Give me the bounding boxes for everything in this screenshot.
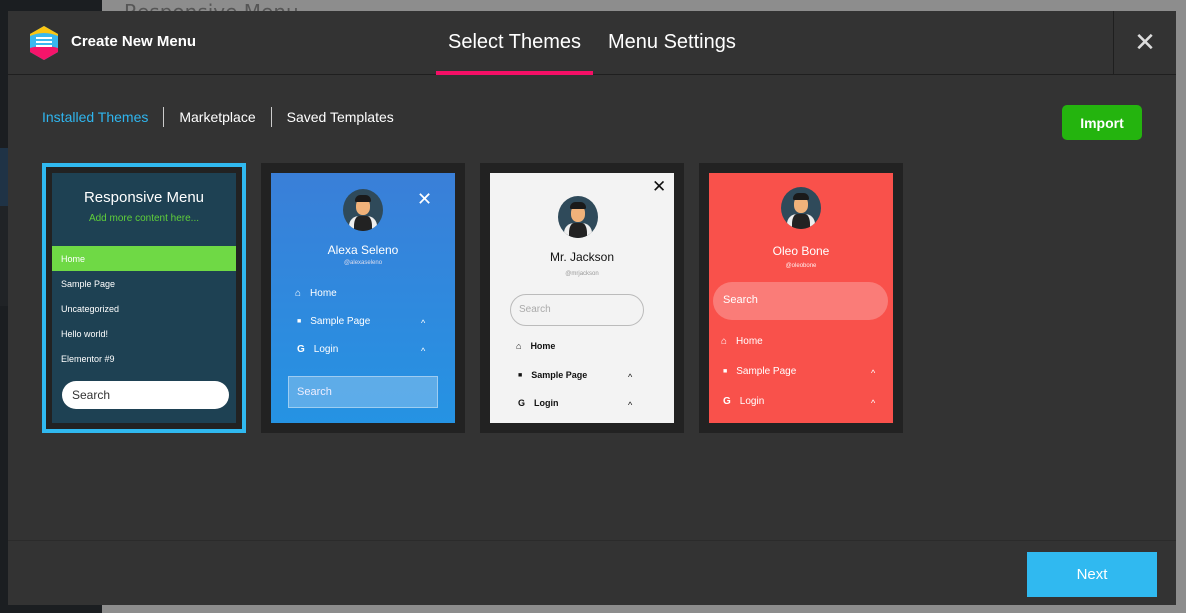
avatar <box>558 196 598 238</box>
menu-item: Elementor #9 <box>61 354 115 364</box>
profile-name: Oleo Bone <box>772 244 830 258</box>
chevron-up-icon: ^ <box>421 346 426 356</box>
menu-item: Home <box>61 254 86 264</box>
import-button[interactable]: Import <box>1062 105 1142 140</box>
menu-item: Home <box>736 336 763 347</box>
profile-handle: @alexaseleno <box>343 260 383 266</box>
folder-icon: ■ <box>518 371 523 379</box>
theme-preview: Responsive Menu Add more content here...… <box>52 173 236 423</box>
menu-item: Login <box>534 398 559 408</box>
tab-menu-settings[interactable]: Menu Settings <box>608 31 736 75</box>
next-button[interactable]: Next <box>1027 552 1157 597</box>
chevron-up-icon: ^ <box>628 400 633 410</box>
home-icon: ⌂ <box>721 336 728 347</box>
chevron-up-icon: ^ <box>628 372 633 382</box>
app-title: Create New Menu <box>71 33 197 50</box>
preview-title: Responsive Menu <box>83 189 205 206</box>
search-field: Search <box>713 282 888 320</box>
preview-subtitle: Add more content here... <box>88 213 200 224</box>
theme-card-3[interactable]: ✕ Mr. Jackson @mrjackson Search ⌂ Home ■ S… <box>480 163 684 433</box>
home-icon: ⌂ <box>516 341 522 351</box>
close-icon: ✕ <box>652 177 667 196</box>
menu-item: Home <box>310 288 337 299</box>
menu-item: Sample Page <box>310 316 371 327</box>
search-field: Search <box>510 294 644 326</box>
close-icon: ✕ <box>1134 28 1156 58</box>
close-icon: ✕ <box>417 189 433 209</box>
avatar <box>781 187 821 229</box>
profile-handle: @oleobone <box>785 263 817 269</box>
menu-item: Hello world! <box>61 329 109 339</box>
logo-icon <box>30 26 58 60</box>
close-button[interactable]: ✕ <box>1113 11 1176 75</box>
theme-preview: ✕ Alexa Seleno @alexaseleno ⌂ Home ■ Sampl… <box>271 173 455 423</box>
subtab-installed-themes[interactable]: Installed Themes <box>42 107 163 127</box>
theme-card-1[interactable]: Responsive Menu Add more content here...… <box>42 163 246 433</box>
google-icon: G <box>723 396 731 407</box>
chevron-up-icon: ^ <box>871 398 876 408</box>
modal-header: Create New Menu Select Themes Menu Setti… <box>8 11 1176 75</box>
theme-preview: ✕ Mr. Jackson @mrjackson Search ⌂ Home ■ S… <box>490 173 674 423</box>
tab-select-themes[interactable]: Select Themes <box>436 31 593 75</box>
chevron-up-icon: ^ <box>421 318 426 328</box>
theme-card-2[interactable]: ✕ Alexa Seleno @alexaseleno ⌂ Home ■ Sampl… <box>261 163 465 433</box>
avatar <box>343 189 383 231</box>
profile-handle: @mrjackson <box>565 271 599 277</box>
google-icon: G <box>297 344 305 355</box>
folder-icon: ■ <box>723 368 728 375</box>
menu-item: Login <box>739 396 765 407</box>
menu-item: Sample Page <box>61 279 116 289</box>
search-field: Search <box>62 381 229 409</box>
theme-preview: Oleo Bone @oleobone Search ⌂ Home ■ Sample… <box>709 173 893 423</box>
subtab-marketplace[interactable]: Marketplace <box>163 107 270 127</box>
menu-item: Home <box>530 341 556 351</box>
menu-item: Uncategorized <box>61 304 120 314</box>
home-icon: ⌂ <box>295 288 302 299</box>
chevron-up-icon: ^ <box>871 368 876 378</box>
google-icon: G <box>518 398 526 408</box>
theme-source-tabs: Installed Themes Marketplace Saved Templ… <box>42 107 409 127</box>
modal-footer <box>8 540 1176 605</box>
menu-item: Sample Page <box>531 370 588 380</box>
folder-icon: ■ <box>297 318 302 325</box>
create-menu-modal: Create New Menu Select Themes Menu Setti… <box>8 11 1176 605</box>
search-field: Search <box>288 376 438 408</box>
profile-name: Alexa Seleno <box>327 243 399 257</box>
subtab-saved-templates[interactable]: Saved Templates <box>270 107 409 127</box>
profile-name: Mr. Jackson <box>549 250 615 264</box>
theme-card-4[interactable]: Oleo Bone @oleobone Search ⌂ Home ■ Sample… <box>699 163 903 433</box>
menu-item: Login <box>313 344 339 355</box>
menu-item: Sample Page <box>736 366 797 377</box>
